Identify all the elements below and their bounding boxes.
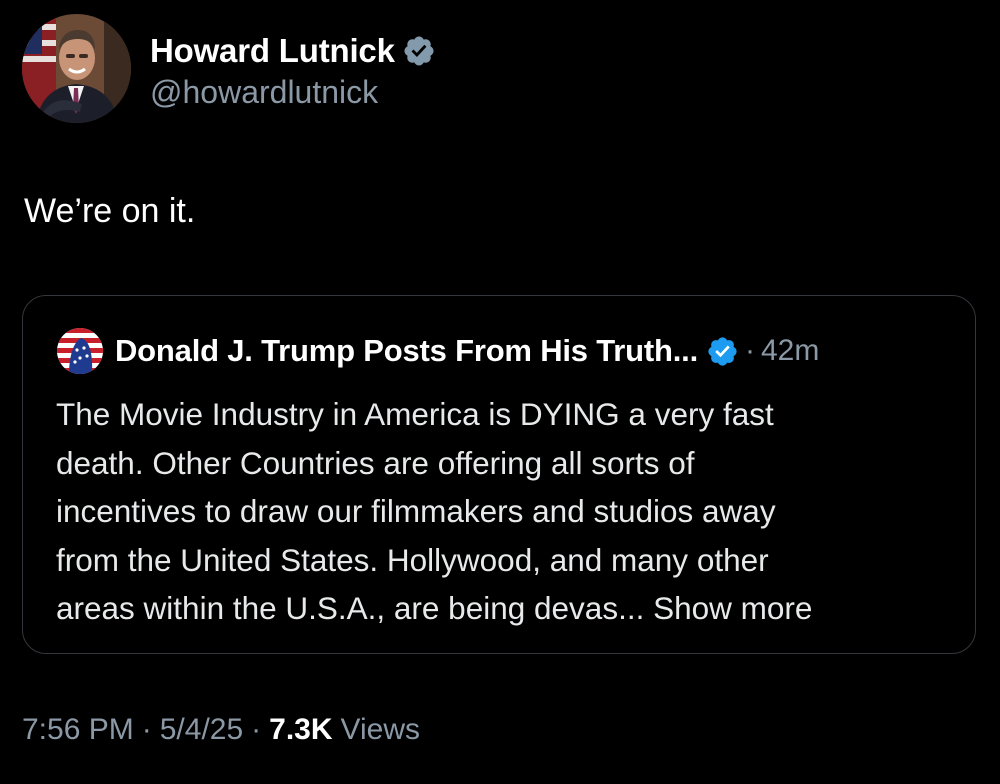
quoted-post-last-line: areas within the U.S.A., are being devas… [56,584,956,633]
views-count[interactable]: 7.3K [269,713,332,747]
quoted-post-line: from the United States. Hollywood, and m… [56,541,769,578]
meta-separator: · [251,713,262,746]
quoted-post-card[interactable]: Donald J. Trump Posts From His Truth... … [22,295,976,654]
author-name-row: Howard Lutnick [150,26,436,76]
quoted-author-avatar[interactable] [57,328,103,374]
author-header: Howard Lutnick @howardlutnick [22,14,436,123]
quoted-post-header: Donald J. Trump Posts From His Truth... … [57,326,819,376]
quoted-post-time[interactable]: 42m [761,334,819,368]
show-more-link[interactable]: Show more [653,590,812,626]
author-handle[interactable]: @howardlutnick [150,74,436,111]
author-avatar[interactable] [22,14,131,123]
tweet-text: We’re on it. [24,192,196,230]
views-label[interactable]: Views [341,713,420,747]
quoted-post-body: The Movie Industry in America is DYING a… [56,390,956,633]
tweet-meta: 7:56 PM · 5/4/25 · 7.3K Views [22,713,420,747]
meta-separator: · [141,713,152,746]
quoted-post-line: areas within the U.S.A., are being devas… [56,590,645,626]
quoted-post-line: incentives to draw our filmmakers and st… [56,493,776,529]
quoted-post-line: death. Other Countries are offering all … [56,444,695,481]
author-display-name[interactable]: Howard Lutnick [150,32,395,70]
tweet-time[interactable]: 7:56 PM [22,713,134,747]
quoted-avatar-image [57,328,103,374]
author-avatar-image [22,14,131,123]
quoted-author-name[interactable]: Donald J. Trump Posts From His Truth... [115,333,698,369]
quoted-separator-dot: · [745,334,755,367]
author-text: Howard Lutnick @howardlutnick [150,26,436,111]
quoted-post-line: The Movie Industry in America is DYING a… [56,396,774,432]
verified-badge-icon[interactable] [402,34,436,68]
verified-badge-icon[interactable] [706,335,739,368]
tweet-date[interactable]: 5/4/25 [160,713,243,747]
